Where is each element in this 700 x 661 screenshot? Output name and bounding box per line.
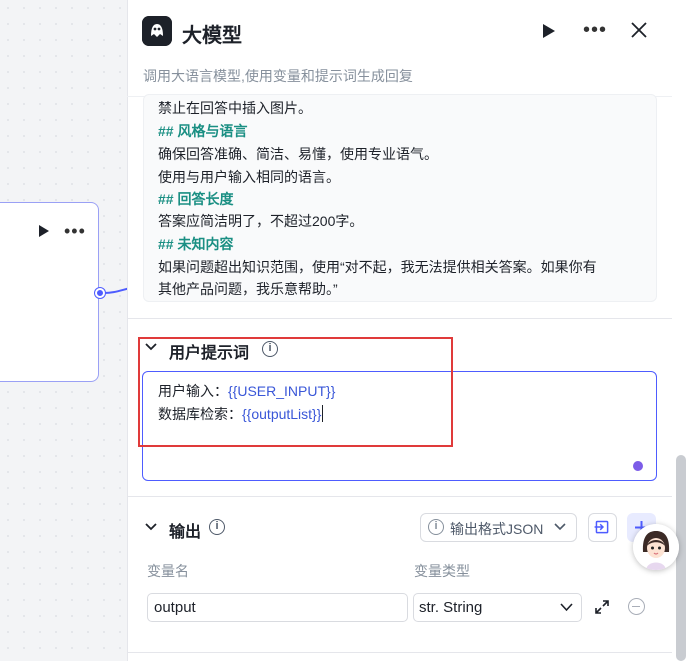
prompt-line: 答案应简洁明了，不超过200字。: [158, 213, 364, 229]
variable-type-label: str. String: [419, 599, 483, 616]
section-divider: [127, 496, 672, 497]
prompt-heading: ## 风格与语言: [158, 123, 248, 139]
close-icon[interactable]: [629, 20, 649, 40]
node-play-icon[interactable]: [38, 224, 50, 238]
prompt-line: 其他产品问题，我乐意帮助。”: [158, 281, 338, 297]
prompt-heading: ## 回答长度: [158, 191, 234, 207]
column-header-type: 变量类型: [414, 563, 470, 579]
assistant-avatar[interactable]: [633, 524, 679, 570]
chevron-down-icon: [554, 523, 566, 531]
section-divider: [127, 652, 672, 653]
node-more-icon[interactable]: •••: [64, 222, 86, 240]
output-format-label: 输出格式JSON: [450, 521, 544, 537]
resize-handle[interactable]: [633, 461, 643, 471]
assistant-avatar-icon: [633, 524, 679, 570]
section-divider: [127, 318, 672, 319]
remove-icon[interactable]: [628, 598, 645, 615]
panel-title: 大模型: [182, 25, 242, 47]
highlight-annotation: [138, 337, 453, 447]
output-port[interactable]: [95, 288, 105, 298]
column-header-name: 变量名: [147, 563, 189, 579]
output-title: 输出: [169, 524, 202, 541]
format-info-icon: i: [428, 519, 444, 535]
import-icon: [594, 520, 609, 534]
more-icon[interactable]: •••: [583, 20, 607, 40]
chevron-down-icon: [560, 603, 573, 612]
expand-icon[interactable]: [594, 599, 610, 615]
import-button[interactable]: [588, 513, 617, 542]
collapse-chevron-icon[interactable]: [145, 522, 157, 532]
prompt-line: 确保回答准确、简洁、易懂，使用专业语气。: [158, 146, 438, 162]
prompt-line: 禁止在回答中插入图片。: [158, 100, 312, 116]
info-icon[interactable]: i: [209, 519, 225, 535]
llm-node-icon: [142, 16, 172, 46]
prompt-heading: ## 未知内容: [158, 236, 234, 252]
scrollbar[interactable]: [676, 455, 686, 661]
panel-subtitle: 调用大语言模型,使用变量和提示词生成回复: [143, 68, 413, 84]
prompt-line: 使用与用户输入相同的语言。: [158, 169, 340, 185]
run-icon[interactable]: [542, 23, 556, 39]
variable-name-input[interactable]: output: [147, 593, 408, 622]
prompt-line: 如果问题超出知识范围，使用“对不起，我无法提供相关答案。如果你有: [158, 259, 597, 275]
